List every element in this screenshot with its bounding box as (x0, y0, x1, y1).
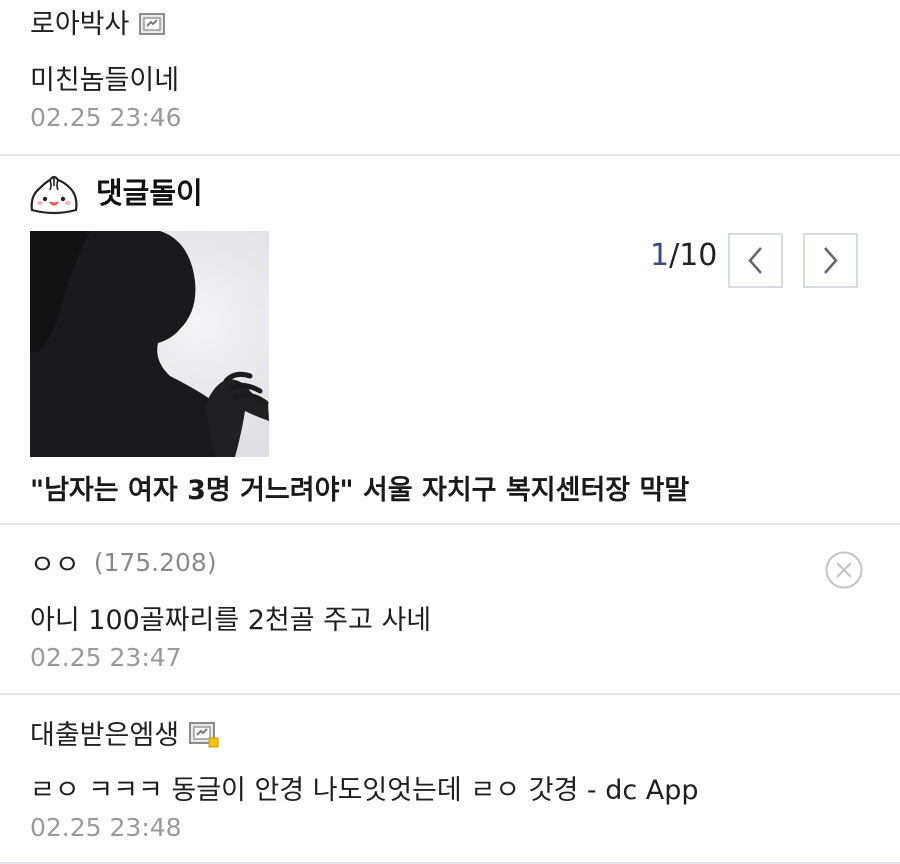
comment-date: 02.25 23:47 (30, 643, 182, 672)
prev-button[interactable] (728, 233, 783, 288)
nickname[interactable]: 로아박사 (30, 2, 129, 41)
dumpling-mascot-icon (28, 172, 80, 216)
gallog-icon[interactable] (139, 11, 166, 35)
comment-text: 미친놈들이네 (30, 65, 180, 96)
pager-current: 1 (650, 238, 670, 273)
comment-bot-title: 댓글돌이 (96, 176, 203, 210)
delete-comment-button[interactable] (824, 550, 864, 590)
pager: 1/10 (650, 238, 717, 273)
comment-author[interactable]: 로아박사 (30, 2, 166, 41)
comment-text: ㄹㅇ ㅋㅋㅋ 동글이 안경 나도잇엇는데 ㄹㅇ 갓경 - dc App (30, 775, 699, 806)
divider (0, 523, 900, 525)
comment-text: 아니 100골짜리를 2천골 주고 사네 (30, 605, 432, 636)
ip-address: (175.208) (93, 548, 217, 577)
gallog-fixed-icon[interactable] (189, 721, 219, 747)
chevron-left-icon (748, 247, 762, 274)
news-headline-link[interactable]: "남자는 여자 3명 거느려야" 서울 자치구 복지센터장 막말 (30, 468, 689, 507)
comment-date: 02.25 23:46 (30, 103, 182, 132)
comment-author[interactable]: 대출받은엠생 (30, 713, 219, 752)
news-thumbnail[interactable] (30, 231, 269, 457)
divider (0, 693, 900, 695)
nickname[interactable]: 대출받은엠생 (30, 713, 179, 752)
nickname[interactable]: ㅇㅇ (30, 543, 80, 582)
comment-date: 02.25 23:48 (30, 813, 182, 842)
next-button[interactable] (803, 233, 858, 288)
divider (0, 154, 900, 156)
pager-total: /10 (669, 238, 718, 273)
delete-icon (825, 551, 863, 589)
comment-author[interactable]: ㅇㅇ (175.208) (30, 543, 217, 582)
chevron-right-icon (824, 247, 838, 274)
